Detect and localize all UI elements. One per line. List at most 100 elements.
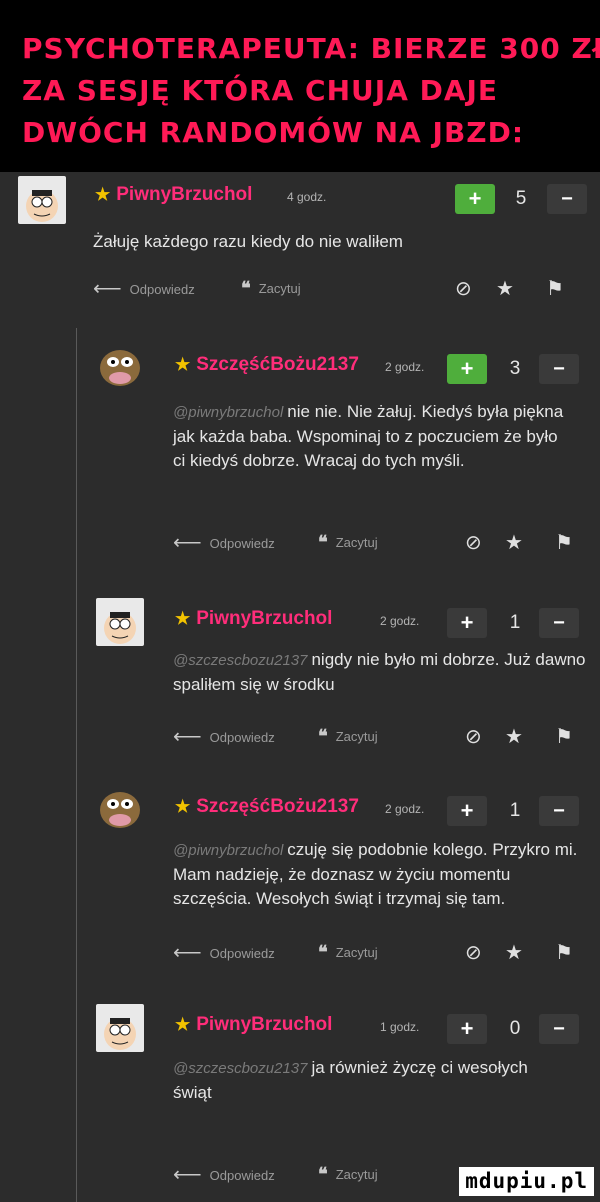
comment-2: ★ SzczęśćBożu2137 2 godz. + 3 − @piwnybrz…	[0, 340, 600, 576]
comment-actions: ⟵ Odpowiedz ❝ Zacytuj ⊘ ★ ⚑	[93, 278, 593, 300]
quote-link[interactable]: ❝ Zacytuj	[241, 278, 301, 299]
avatar-face-icon[interactable]	[96, 786, 144, 834]
quote-label: Zacytuj	[335, 729, 378, 744]
username-text: SzczęśćBożu2137	[196, 796, 359, 817]
comment-time: 2 godz.	[385, 802, 425, 816]
vote-box: + 3 −	[447, 354, 579, 384]
vote-score: 5	[515, 188, 527, 209]
avatar-face-icon[interactable]	[96, 344, 144, 392]
upvote-button[interactable]: +	[455, 184, 495, 214]
favorite-star-icon[interactable]: ★	[496, 278, 514, 300]
comment-text: Żałuję każdego razu kiedy do nie waliłem	[93, 230, 573, 254]
mention-link[interactable]: @piwnybrzuchol	[173, 842, 283, 859]
reply-link[interactable]: ⟵ Odpowiedz	[173, 532, 275, 554]
reply-link[interactable]: ⟵ Odpowiedz	[173, 726, 275, 748]
reply-link[interactable]: ⟵ Odpowiedz	[93, 278, 195, 300]
report-flag-icon[interactable]: ⚑	[555, 532, 573, 554]
reply-arrow-icon: ⟵	[173, 942, 202, 964]
username-text: PiwnyBrzuchol	[196, 1014, 333, 1035]
reply-arrow-icon: ⟵	[93, 278, 122, 300]
star-icon: ★	[175, 355, 191, 374]
comment-body: Żałuję każdego razu kiedy do nie waliłem	[93, 232, 403, 251]
comment-time: 1 godz.	[380, 1020, 420, 1034]
mention-link[interactable]: @szczescbozu2137	[173, 1060, 307, 1077]
upvote-button[interactable]: +	[447, 796, 487, 826]
reply-arrow-icon: ⟵	[173, 1164, 202, 1186]
site-watermark: mdupiu.pl	[459, 1167, 594, 1196]
comment-time: 4 godz.	[287, 190, 327, 204]
hide-icon[interactable]: ⊘	[465, 726, 482, 748]
comment-username[interactable]: ★ SzczęśćBożu2137	[175, 354, 359, 376]
hide-icon[interactable]: ⊘	[465, 532, 482, 554]
favorite-star-icon[interactable]: ★	[505, 942, 523, 964]
comment-text: @szczescbozu2137 nigdy nie było mi dobrze…	[173, 648, 593, 697]
vote-box: + 1 −	[447, 796, 579, 826]
banner-line-1: PSYCHOTERAPEUTA: BIERZE 300 ZŁ	[22, 32, 600, 65]
avatar-peter-icon[interactable]	[18, 176, 66, 224]
downvote-button[interactable]: −	[539, 608, 579, 638]
meme-banner: PSYCHOTERAPEUTA: BIERZE 300 ZŁ ZA SESJĘ …	[0, 0, 600, 172]
downvote-button[interactable]: −	[539, 354, 579, 384]
hide-icon[interactable]: ⊘	[465, 942, 482, 964]
comment-3: ★ PiwnyBrzuchol 2 godz. + 1 − @szczescboz…	[0, 594, 600, 762]
vote-score: 1	[509, 612, 521, 633]
avatar-peter-icon[interactable]	[96, 1004, 144, 1052]
mention-link[interactable]: @piwnybrzuchol	[173, 404, 283, 421]
star-icon: ★	[95, 185, 111, 204]
quote-link[interactable]: ❝ Zacytuj	[318, 1164, 378, 1185]
reply-label: Odpowiedz	[129, 281, 195, 297]
downvote-button[interactable]: −	[547, 184, 587, 214]
downvote-button[interactable]: −	[539, 1014, 579, 1044]
upvote-button[interactable]: +	[447, 1014, 487, 1044]
downvote-button[interactable]: −	[539, 796, 579, 826]
favorite-star-icon[interactable]: ★	[505, 726, 523, 748]
quote-link[interactable]: ❝ Zacytuj	[318, 942, 378, 963]
vote-score: 3	[509, 358, 521, 379]
star-icon: ★	[175, 609, 191, 628]
reply-label: Odpowiedz	[209, 1167, 275, 1183]
reply-link[interactable]: ⟵ Odpowiedz	[173, 1164, 275, 1186]
quote-icon: ❝	[318, 1164, 328, 1184]
quote-icon: ❝	[318, 726, 328, 746]
report-flag-icon[interactable]: ⚑	[555, 726, 573, 748]
quote-link[interactable]: ❝ Zacytuj	[318, 726, 378, 747]
comment-username[interactable]: ★ PiwnyBrzuchol	[175, 1014, 332, 1036]
comment-text: @szczescbozu2137 ja również życzę ci weso…	[173, 1056, 553, 1105]
comment-username[interactable]: ★ SzczęśćBożu2137	[175, 796, 359, 818]
reply-label: Odpowiedz	[209, 729, 275, 745]
quote-label: Zacytuj	[335, 1167, 378, 1182]
username-text: PiwnyBrzuchol	[196, 608, 333, 629]
reply-arrow-icon: ⟵	[173, 726, 202, 748]
quote-link[interactable]: ❝ Zacytuj	[318, 532, 378, 553]
report-flag-icon[interactable]: ⚑	[555, 942, 573, 964]
report-flag-icon[interactable]: ⚑	[546, 278, 564, 300]
banner-line-3: DWÓCH RANDOMÓW NA JBZD:	[22, 116, 525, 149]
upvote-button[interactable]: +	[447, 608, 487, 638]
comment-actions: ⟵ Odpowiedz ❝ Zacytuj ⊘ ★ ⚑	[173, 942, 583, 964]
username-text: PiwnyBrzuchol	[116, 184, 253, 205]
comment-time: 2 godz.	[385, 360, 425, 374]
comment-actions: ⟵ Odpowiedz ❝ Zacytuj ⊘ ★ ⚑	[173, 726, 583, 748]
mention-link[interactable]: @szczescbozu2137	[173, 652, 307, 669]
comment-text: @piwnybrzuchol nie nie. Nie żałuj. Kiedyś…	[173, 400, 573, 473]
comment-username[interactable]: ★ PiwnyBrzuchol	[175, 608, 332, 630]
comment-username[interactable]: ★ PiwnyBrzuchol	[95, 184, 252, 206]
username-text: SzczęśćBożu2137	[196, 354, 359, 375]
favorite-star-icon[interactable]: ★	[505, 532, 523, 554]
star-icon: ★	[175, 1015, 191, 1034]
hide-icon[interactable]: ⊘	[455, 278, 472, 300]
comment-actions: ⟵ Odpowiedz ❝ Zacytuj ⊘ ★ ⚑	[173, 532, 583, 554]
reply-link[interactable]: ⟵ Odpowiedz	[173, 942, 275, 964]
reply-arrow-icon: ⟵	[173, 532, 202, 554]
comment-1: ★ PiwnyBrzuchol 4 godz. + 5 − Żałuję każd…	[0, 172, 600, 328]
upvote-button[interactable]: +	[447, 354, 487, 384]
vote-score: 1	[509, 800, 521, 821]
banner-line-2: ZA SESJĘ KTÓRA CHUJA DAJE	[22, 74, 499, 107]
comment-4: ★ SzczęśćBożu2137 2 godz. + 1 − @piwnybrz…	[0, 782, 600, 984]
vote-box: + 1 −	[447, 608, 579, 638]
comment-text: @piwnybrzuchol czuję się podobnie kolego.…	[173, 838, 583, 911]
quote-icon: ❝	[318, 942, 328, 962]
avatar-peter-icon[interactable]	[96, 598, 144, 646]
reply-label: Odpowiedz	[209, 535, 275, 551]
vote-box: + 0 −	[447, 1014, 579, 1044]
